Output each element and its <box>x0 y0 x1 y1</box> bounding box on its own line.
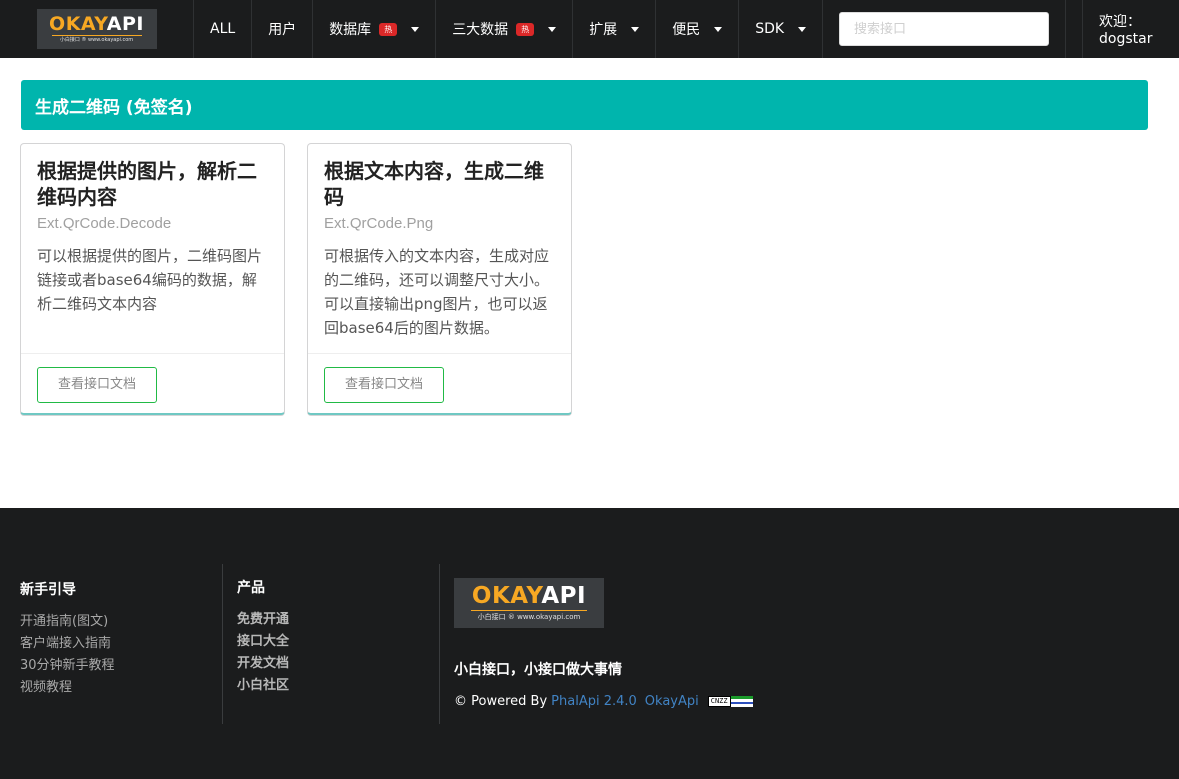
footer-link[interactable]: 30分钟新手教程 <box>20 655 115 677</box>
logo-okay-text: OKAY <box>49 13 107 35</box>
brand-logo-link[interactable]: OKAYAPI 小白接口 ® www.okayapi.com <box>0 0 194 58</box>
footer-link[interactable]: 免费开通 <box>237 609 289 631</box>
caret-down-icon <box>548 26 557 32</box>
card-body: 根据提供的图片，解析二维码内容 Ext.QrCode.Decode 可以根据提供… <box>21 144 284 354</box>
card-description: 可根据传入的文本内容，生成对应的二维码，还可以调整尺寸大小。可以直接输出png图… <box>324 247 550 337</box>
logo-rule <box>471 610 587 611</box>
footer-link[interactable]: 视频教程 <box>20 677 115 699</box>
footer-link[interactable]: 小白社区 <box>237 675 289 697</box>
card-extra: 查看接口文档 <box>308 354 571 416</box>
view-docs-button[interactable]: 查看接口文档 <box>37 367 158 403</box>
phalapi-link[interactable]: PhalApi 2.4.0 <box>551 694 637 709</box>
api-card-png: 根据文本内容，生成二维码 Ext.QrCode.Png 可根据传入的文本内容，生… <box>307 143 572 415</box>
caret-down-icon <box>714 26 723 32</box>
nav-item-big-data[interactable]: 三大数据 热 <box>436 0 574 58</box>
powered-by: © Powered By PhalApi 2.4.0 OkayApi CNZZ <box>454 694 753 709</box>
footer-guide-title: 新手引导 <box>20 582 76 598</box>
logo-api-text: API <box>106 13 144 35</box>
nav-item-label: 三大数据 <box>452 22 509 38</box>
logo-subtitle: 小白接口 ® www.okayapi.com <box>477 613 581 621</box>
cnzz-bars-icon <box>730 696 753 707</box>
okayapi-logo: OKAYAPI 小白接口 ® www.okayapi.com <box>36 9 157 49</box>
card-api-name: Ext.QrCode.Decode <box>37 215 172 232</box>
footer-divider <box>439 564 440 724</box>
hot-badge: 热 <box>379 22 398 36</box>
footer-link[interactable]: 开通指南(图文) <box>20 611 115 633</box>
card-description: 可以根据提供的图片，二维码图片链接或者base64编码的数据，解析二维码文本内容 <box>37 247 263 313</box>
logo-wordmark: OKAYAPI <box>49 15 144 34</box>
cnzz-badge-icon[interactable]: CNZZ <box>707 696 753 707</box>
caret-down-icon <box>411 26 420 32</box>
nav-item-label: 便民 <box>672 22 701 38</box>
footer-product-column: 产品 免费开通 接口大全 开发文档 小白社区 <box>237 577 289 697</box>
nav-item-label: 数据库 <box>329 22 372 38</box>
footer-okayapi-logo: OKAYAPI 小白接口 ® www.okayapi.com <box>454 578 604 628</box>
card-extra: 查看接口文档 <box>21 354 284 416</box>
nav-item-database[interactable]: 数据库 热 <box>313 0 437 58</box>
footer-divider <box>222 564 223 724</box>
api-card-decode: 根据提供的图片，解析二维码内容 Ext.QrCode.Decode 可以根据提供… <box>20 143 285 415</box>
footer-link[interactable]: 客户端接入指南 <box>20 633 115 655</box>
welcome-user[interactable]: 欢迎：dogstar <box>1082 0 1179 58</box>
cnzz-bar <box>730 704 753 707</box>
nav-item-convenience[interactable]: 便民 <box>656 0 740 58</box>
logo-okay-text: OKAY <box>471 583 542 609</box>
card-api-name: Ext.QrCode.Png <box>324 215 434 232</box>
footer-link[interactable]: 开发文档 <box>237 653 289 675</box>
caret-down-icon <box>798 26 807 32</box>
footer: 新手引导 开通指南(图文) 客户端接入指南 30分钟新手教程 视频教程 产品 免… <box>0 508 1179 779</box>
logo-api-text: API <box>541 583 587 609</box>
okayapi-link[interactable]: OkayApi <box>645 694 699 709</box>
hot-badge: 热 <box>516 22 535 36</box>
logo-wordmark: OKAYAPI <box>472 585 586 608</box>
nav-item-extension[interactable]: 扩展 <box>573 0 657 58</box>
search-input[interactable] <box>839 12 1050 46</box>
card-title[interactable]: 根据文本内容，生成二维码 <box>324 158 555 210</box>
caret-down-icon <box>631 26 640 32</box>
footer-guide-column: 新手引导 开通指南(图文) 客户端接入指南 30分钟新手教程 视频教程 <box>20 579 115 699</box>
view-docs-button[interactable]: 查看接口文档 <box>324 367 445 403</box>
nav-item-label: 扩展 <box>589 22 618 38</box>
nav-item-label: SDK <box>755 21 785 37</box>
logo-rule <box>51 35 142 36</box>
cnzz-label: CNZZ <box>707 696 731 707</box>
nav-item-all[interactable]: ALL <box>194 0 253 58</box>
search-container <box>823 0 1067 58</box>
footer-link[interactable]: 接口大全 <box>237 631 289 653</box>
footer-product-title: 产品 <box>237 580 265 596</box>
logo-subtitle: 小白接口 ® www.okayapi.com <box>59 37 134 43</box>
nav-item-user[interactable]: 用户 <box>252 0 314 58</box>
card-body: 根据文本内容，生成二维码 Ext.QrCode.Png 可根据传入的文本内容，生… <box>308 144 571 354</box>
top-navbar: OKAYAPI 小白接口 ® www.okayapi.com ALL 用户 数据… <box>0 0 1179 58</box>
section-header: 生成二维码 (免签名) <box>21 80 1148 130</box>
powered-prefix: © Powered By <box>454 694 548 709</box>
nav-item-label: ALL <box>210 21 236 37</box>
nav-item-label: 用户 <box>268 22 297 38</box>
footer-slogan: 小白接口，小接口做大事情 <box>454 662 622 678</box>
nav-item-sdk[interactable]: SDK <box>739 0 824 58</box>
card-title[interactable]: 根据提供的图片，解析二维码内容 <box>37 158 268 210</box>
